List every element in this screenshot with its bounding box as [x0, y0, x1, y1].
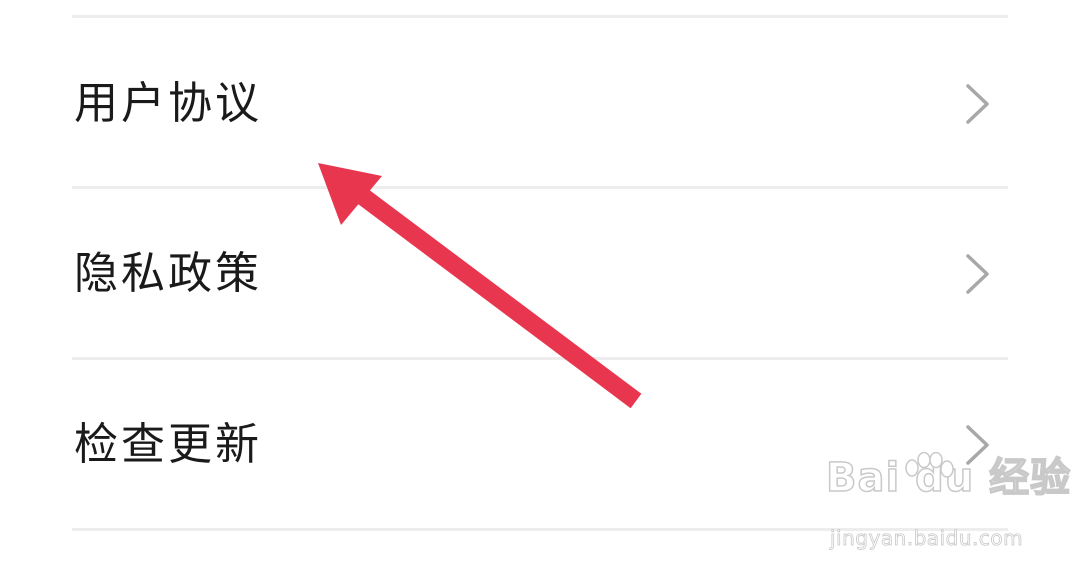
settings-item-user-agreement[interactable]: 用户协议: [0, 20, 1080, 188]
divider: [72, 528, 1008, 531]
settings-item-label: 检查更新: [74, 419, 262, 470]
settings-item-privacy-policy[interactable]: 隐私政策: [0, 190, 1080, 358]
chevron-right-icon: [966, 254, 989, 294]
chevron-right-icon: [966, 425, 989, 465]
settings-item-label: 隐私政策: [74, 248, 262, 299]
settings-item-check-updates[interactable]: 检查更新: [0, 361, 1080, 529]
divider: [72, 186, 1008, 189]
divider: [72, 357, 1008, 360]
divider: [72, 15, 1008, 18]
chevron-right-icon: [966, 84, 989, 124]
watermark-url: jingyan.baidu.com: [830, 526, 1024, 550]
settings-item-label: 用户协议: [74, 78, 262, 129]
